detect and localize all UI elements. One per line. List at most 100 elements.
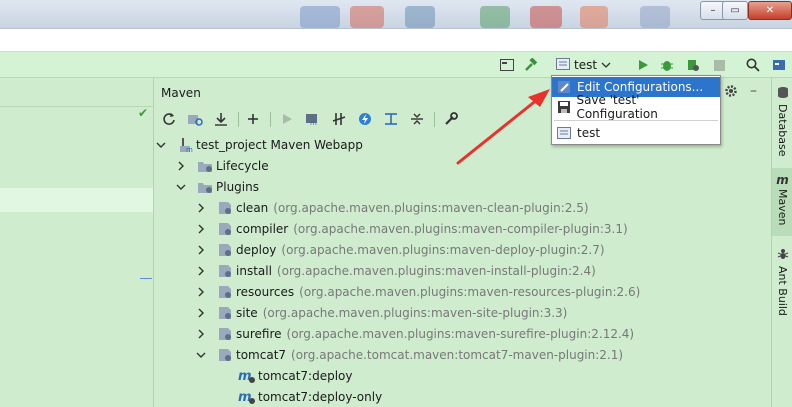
run-config-dropdown: Edit Configurations... Save 'test' Confi…: [551, 75, 721, 145]
plugin-coordinates: (org.apache.maven.plugins:maven-clean-pl…: [273, 200, 589, 215]
reload-icon[interactable]: [160, 110, 178, 128]
tree-row-plugin[interactable]: tomcat7 (org.apache.tomcat.maven:tomcat7…: [196, 344, 623, 365]
taskbar-thumbnail: [350, 6, 384, 28]
edit-config-icon: [555, 79, 573, 95]
toolbar-separator: [270, 112, 271, 127]
show-dependencies-icon[interactable]: [382, 110, 400, 128]
toolbar-separator: [238, 112, 239, 127]
svg-text:m: m: [238, 369, 252, 384]
skip-tests-icon[interactable]: [356, 110, 374, 128]
project-window-icon[interactable]: [770, 56, 788, 74]
chevron-right-icon[interactable]: [196, 329, 206, 339]
chevron-right-icon[interactable]: [196, 203, 206, 213]
chevron-right-icon[interactable]: [196, 245, 206, 255]
toggle-offline-icon[interactable]: [330, 110, 348, 128]
search-icon[interactable]: [744, 56, 762, 74]
chevron-down-icon[interactable]: [156, 141, 166, 149]
database-tab-label: Database: [776, 104, 789, 157]
plugin-name: resources: [236, 284, 295, 299]
plugin-coordinates: (org.apache.maven.plugins:maven-compiler…: [293, 221, 628, 236]
editor-header: [0, 78, 153, 107]
plugin-icon: [216, 326, 234, 342]
save-configuration-item[interactable]: Save 'test' Configuration: [552, 93, 720, 121]
chevron-down-icon[interactable]: [196, 351, 206, 359]
tree-row-plugin[interactable]: compiler (org.apache.maven.plugins:maven…: [196, 218, 628, 239]
stop-icon[interactable]: [710, 56, 728, 74]
chevron-right-icon[interactable]: [176, 161, 186, 171]
plugin-name: compiler: [236, 221, 289, 236]
save-icon: [555, 99, 572, 115]
plugin-icon: [216, 305, 234, 321]
taskbar-thumbnail: [530, 6, 562, 28]
run-config-icon: [555, 125, 573, 141]
plugin-name: clean: [236, 200, 269, 215]
maven-icon: m: [776, 173, 789, 187]
run-icon[interactable]: [634, 56, 652, 74]
maven-goal-icon: m: [238, 389, 256, 405]
taskbar-thumbnail: [300, 6, 340, 28]
maximize-button[interactable]: ▭: [722, 1, 748, 20]
tree-row-plugin[interactable]: resources (org.apache.maven.plugins:mave…: [196, 281, 640, 302]
toolbar-separator: [434, 112, 435, 127]
tree-row-plugin[interactable]: install (org.apache.maven.plugins:maven-…: [196, 260, 596, 281]
download-icon[interactable]: [212, 110, 230, 128]
plugin-coordinates: (org.apache.tomcat.maven:tomcat7-maven-p…: [291, 347, 624, 362]
maven-panel-title: Maven: [161, 86, 201, 100]
chevron-right-icon[interactable]: [196, 287, 206, 297]
chevron-right-icon[interactable]: [196, 266, 206, 276]
run-configuration-selector[interactable]: test: [556, 56, 611, 74]
maven-goal-icon: m: [238, 368, 256, 384]
window-title-bar: – ▭ ✕: [0, 0, 792, 29]
ant-build-tab-label: Ant Build: [776, 266, 789, 316]
editor-area[interactable]: ✔: [0, 78, 154, 407]
tree-row-plugin[interactable]: deploy (org.apache.maven.plugins:maven-d…: [196, 239, 605, 260]
tree-row-plugin[interactable]: clean (org.apache.maven.plugins:maven-cl…: [196, 197, 589, 218]
tree-row-plugin[interactable]: surefire (org.apache.maven.plugins:maven…: [196, 323, 634, 344]
plugin-icon: [216, 347, 234, 363]
plugin-name: deploy: [236, 242, 277, 257]
chevron-down-icon[interactable]: [176, 183, 186, 191]
taskbar-thumbnail: [480, 6, 510, 28]
ant-build-tool-button[interactable]: Ant Build: [772, 248, 792, 316]
plugin-name: tomcat7: [236, 347, 287, 362]
plugin-name: surefire: [236, 326, 282, 341]
maven-tool-button[interactable]: m Maven: [772, 168, 792, 236]
coverage-icon[interactable]: [684, 56, 702, 74]
gear-icon[interactable]: [724, 84, 738, 101]
project-structure-icon[interactable]: [498, 56, 516, 74]
run-maven-build-icon[interactable]: [278, 110, 296, 128]
debug-bug-icon[interactable]: [658, 56, 676, 74]
add-icon[interactable]: [244, 110, 262, 128]
plugin-coordinates: (org.apache.maven.plugins:maven-surefire…: [286, 326, 635, 341]
tree-row-plugins[interactable]: Plugins: [176, 176, 259, 197]
project-label: test_project Maven Webapp: [196, 137, 363, 152]
close-button[interactable]: ✕: [748, 1, 792, 20]
taskbar-thumbnail: [405, 6, 435, 28]
edit-configurations-label: Edit Configurations...: [577, 80, 704, 94]
build-hammer-icon[interactable]: [522, 56, 540, 74]
chevron-right-icon[interactable]: [196, 224, 206, 234]
folder-icon: [196, 158, 214, 174]
execute-goal-icon[interactable]: m: [304, 110, 322, 128]
test-configuration-item[interactable]: test: [552, 123, 720, 143]
editor-divider: [140, 278, 152, 279]
hide-panel-icon[interactable]: –: [750, 83, 757, 99]
maven-settings-wrench-icon[interactable]: [442, 110, 460, 128]
goal-label: tomcat7:deploy-only: [258, 389, 383, 404]
taskbar-thumbnail: [640, 6, 670, 28]
generate-sources-icon[interactable]: [186, 110, 204, 128]
svg-text:m: m: [238, 390, 252, 405]
chevron-right-icon[interactable]: [196, 308, 206, 318]
tree-row-goal[interactable]: m tomcat7:deploy: [238, 365, 352, 386]
current-line-highlight: [0, 188, 153, 212]
collapse-all-icon[interactable]: [408, 110, 426, 128]
tree-row-project[interactable]: m test_project Maven Webapp: [156, 134, 363, 155]
plugin-coordinates: (org.apache.maven.plugins:maven-install-…: [276, 263, 596, 278]
plugin-coordinates: (org.apache.maven.plugins:maven-site-plu…: [262, 305, 568, 320]
tree-row-lifecycle[interactable]: Lifecycle: [176, 155, 269, 176]
tree-row-plugin[interactable]: site (org.apache.maven.plugins:maven-sit…: [196, 302, 567, 323]
goal-label: tomcat7:deploy: [258, 368, 353, 383]
database-tool-button[interactable]: Database: [772, 86, 792, 157]
tree-row-goal[interactable]: m tomcat7:deploy-only: [238, 386, 382, 407]
plugin-icon: [216, 200, 234, 216]
